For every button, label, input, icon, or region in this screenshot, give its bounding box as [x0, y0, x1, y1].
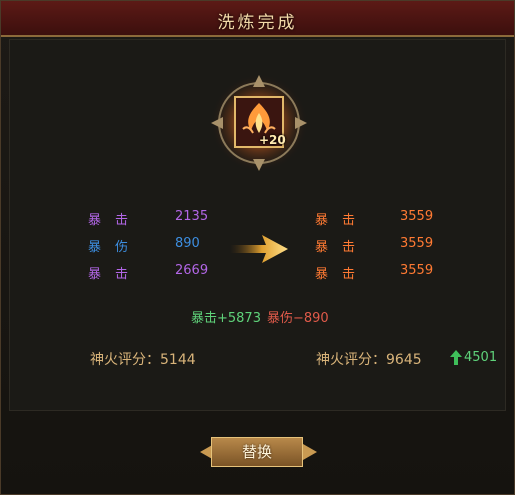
increase-arrow-icon [450, 350, 462, 365]
refine-result-dialog: 洗炼完成 +20 暴击 2135 暴伤 890 暴击 2669 暴击 3559 … [0, 0, 515, 495]
after-stat-3-value: 3559 [400, 263, 434, 278]
before-stat-2-name: 暴伤 [88, 240, 143, 255]
summary-loss: 暴伤−890 [267, 311, 329, 326]
before-stat-1-name: 暴击 [88, 213, 143, 228]
button-right-ornament [303, 444, 317, 460]
summary-gain: 暴击+5873 [191, 311, 261, 326]
score-after-value: 9645 [386, 352, 422, 368]
after-stat-2-name: 暴击 [315, 240, 370, 255]
dialog-title: 洗炼完成 [217, 13, 298, 33]
before-stat-2-value: 890 [175, 236, 200, 251]
score-after-label: 神火评分： [316, 352, 386, 368]
before-stat-3-value: 2669 [175, 263, 209, 278]
score-before-label: 神火评分： [90, 352, 160, 368]
score-before-value: 5144 [160, 352, 196, 368]
fire-crest-icon [211, 75, 307, 171]
after-stat-3-name: 暴击 [315, 267, 370, 282]
before-stat-3-name: 暴击 [88, 267, 143, 282]
score-before: 神火评分：5144 [90, 349, 196, 369]
replace-button[interactable]: 替换 [211, 437, 303, 467]
score-delta: 4501 [464, 350, 498, 365]
after-stat-2-value: 3559 [400, 236, 434, 251]
arrow-right-icon [230, 235, 288, 263]
enhance-level-badge: +20 [259, 133, 286, 147]
score-after: 神火评分：9645 [316, 349, 422, 369]
title-bar: 洗炼完成 [1, 1, 514, 37]
before-stat-1-value: 2135 [175, 209, 209, 224]
after-stat-1-value: 3559 [400, 209, 434, 224]
after-stat-1-name: 暴击 [315, 213, 370, 228]
